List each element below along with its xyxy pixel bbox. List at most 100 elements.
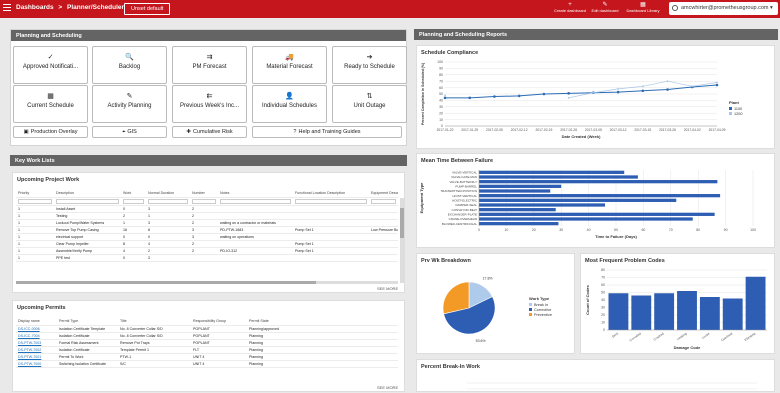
data-point[interactable]: [617, 87, 619, 90]
pie-slice[interactable]: [442, 281, 470, 315]
column-header[interactable]: Permit Type: [57, 318, 118, 326]
column-header[interactable]: Priority: [16, 190, 54, 198]
project-table-scrollbar[interactable]: [400, 198, 404, 283]
data-point[interactable]: [468, 96, 472, 100]
data-point[interactable]: [691, 85, 694, 88]
permit-link[interactable]: DS-PTW-7003: [16, 339, 57, 347]
button-backlog[interactable]: 🔍 Backlog: [92, 46, 167, 84]
bar[interactable]: [479, 198, 677, 202]
table-row[interactable]: 1 Remove Top Pump Casing 16 8 3 PD-PTW-1683 Pu…: [16, 226, 398, 234]
table-row[interactable]: 1 Install Asset 0 3 2: [16, 205, 398, 213]
filter-input[interactable]: [220, 198, 291, 204]
filter-input[interactable]: [56, 198, 119, 204]
filter-input[interactable]: [192, 198, 216, 204]
bar[interactable]: [479, 184, 562, 188]
bar[interactable]: [608, 293, 629, 330]
bar[interactable]: [479, 208, 556, 212]
permit-link[interactable]: DS-PTW-7001: [16, 353, 57, 361]
filter-input[interactable]: [295, 198, 367, 204]
bar[interactable]: [479, 203, 606, 207]
bar[interactable]: [479, 217, 693, 221]
column-header[interactable]: Responsibility Group: [191, 318, 247, 326]
button-individual-schedules[interactable]: 👤 Individual Schedules: [252, 85, 327, 123]
data-point[interactable]: [641, 85, 644, 88]
button-unit-outage[interactable]: ⇅ Unit Outage: [332, 85, 407, 123]
button-approved-notificati[interactable]: ✓ Approved Notificati...: [13, 46, 88, 84]
permit-link[interactable]: DS-ICC-0006: [16, 325, 57, 333]
permit-link[interactable]: DS-PTW-7000: [16, 360, 57, 368]
permits-see-more-link[interactable]: SEE MORE: [377, 385, 398, 390]
bar[interactable]: [722, 298, 743, 331]
dashboard-library-button[interactable]: ▦ Dashboard Library: [626, 2, 660, 14]
button-gis[interactable]: ⌖ GIS: [92, 126, 167, 138]
column-header[interactable]: Number: [190, 190, 218, 198]
button-ready-to-schedule[interactable]: ➔ Ready to Schedule: [332, 46, 407, 84]
filter-input[interactable]: [148, 198, 188, 204]
bar[interactable]: [677, 291, 697, 330]
bar[interactable]: [479, 180, 718, 184]
table-row[interactable]: 1 PPE test 0 3: [16, 254, 398, 262]
table-row[interactable]: 1 Testing 2 1 2: [16, 212, 398, 220]
button-current-schedule[interactable]: ▦ Current Schedule: [13, 85, 88, 123]
data-point[interactable]: [666, 80, 669, 83]
data-point[interactable]: [666, 88, 669, 91]
column-header[interactable]: Notes: [218, 190, 293, 198]
project-table-scroll-thumb[interactable]: [400, 208, 404, 238]
button-help-and-training-guides[interactable]: ? Help and Training Guides: [252, 126, 402, 138]
data-point[interactable]: [641, 89, 645, 93]
permit-link[interactable]: DS-ICC-7004: [16, 332, 57, 340]
bar[interactable]: [479, 170, 625, 174]
bar[interactable]: [654, 293, 675, 330]
data-point[interactable]: [716, 81, 718, 84]
table-row[interactable]: DS-PTW-7001 Permit To Work PTW-1 UNIT 4 Plan…: [16, 353, 398, 361]
column-header[interactable]: Permit State: [247, 318, 398, 326]
button-previous-week-s-inc[interactable]: ⇇ Previous Week's Inc...: [172, 85, 247, 123]
column-header[interactable]: Equipment Descripti: [369, 190, 398, 198]
breadcrumb-dashboards[interactable]: Dashboards: [16, 4, 54, 11]
project-table-hscrollbar[interactable]: [16, 281, 398, 284]
data-point[interactable]: [493, 95, 496, 98]
table-row[interactable]: DS-PTW-7002 Isolation Certificate Template…: [16, 346, 398, 354]
table-row[interactable]: 1 electrical support 0 0 3 waiting on operati…: [16, 233, 398, 241]
button-material-forecast[interactable]: 🚚 Material Forecast: [252, 46, 327, 84]
column-header[interactable]: Work: [121, 190, 146, 198]
table-row[interactable]: 1 Lockout Pump/Water Systems 1 3 2 waiting on…: [16, 219, 398, 227]
unset-default-button[interactable]: Unset default: [124, 3, 171, 15]
bar[interactable]: [479, 189, 551, 193]
permit-link[interactable]: DS-PTW-7002: [16, 346, 57, 354]
column-header[interactable]: Functional Location Description: [293, 190, 369, 198]
column-header[interactable]: Title: [118, 318, 191, 326]
create-dashboard-button[interactable]: + Create dashboard: [553, 2, 587, 14]
project-table-hscroll-thumb[interactable]: [16, 281, 316, 284]
filter-input[interactable]: [123, 198, 144, 204]
data-point[interactable]: [567, 96, 570, 99]
table-row[interactable]: DS-PTW-7000 Switching Isolation Certifica…: [16, 360, 398, 368]
button-cumulative-risk[interactable]: ✚ Cumulative Risk: [172, 126, 247, 138]
bar[interactable]: [479, 222, 559, 226]
table-row[interactable]: DS-ICC-7004 Isolation Certificate No. 8 Co…: [16, 332, 398, 340]
bar[interactable]: [479, 194, 721, 198]
column-header[interactable]: Description: [54, 190, 121, 198]
table-row[interactable]: 1 Assemble/Verify Pump 4 2 2 PD-IO-312 Pump Se…: [16, 247, 398, 255]
column-header[interactable]: Normal Duration: [146, 190, 190, 198]
table-row[interactable]: 1 Clear Pump Impeller 8 4 2 Pump Set 1: [16, 240, 398, 248]
button-production-overlay[interactable]: ▣ Production Overlay: [13, 126, 88, 138]
data-point[interactable]: [443, 96, 447, 100]
data-point[interactable]: [542, 92, 546, 96]
data-point[interactable]: [567, 92, 570, 95]
data-point[interactable]: [517, 94, 521, 98]
column-header[interactable]: Display name: [16, 318, 57, 326]
bar[interactable]: [479, 175, 638, 179]
bar[interactable]: [699, 297, 720, 330]
user-menu[interactable]: amcwhirter@prometheusgroup.com ▾: [669, 2, 778, 15]
edit-dashboard-button[interactable]: ✎ Edit dashboard: [588, 2, 622, 14]
data-point[interactable]: [715, 83, 719, 87]
data-point[interactable]: [592, 91, 595, 94]
bar[interactable]: [631, 295, 652, 331]
project-see-more-link[interactable]: SEE MORE: [377, 286, 398, 291]
filter-input[interactable]: [18, 198, 52, 204]
hamburger-menu-icon[interactable]: [3, 4, 11, 13]
bar[interactable]: [479, 212, 715, 216]
table-row[interactable]: DS-PTW-7003 Formal Risk Assessment Remove …: [16, 339, 398, 347]
filter-input[interactable]: [371, 198, 396, 204]
